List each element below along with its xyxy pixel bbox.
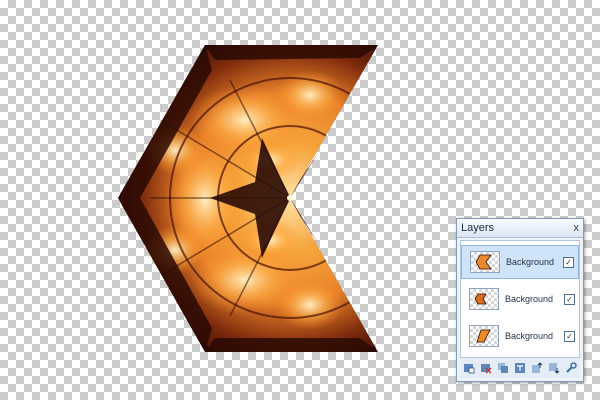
layer-name: Background (505, 331, 554, 341)
delete-layer-icon[interactable] (480, 362, 492, 374)
layer-thumbnail (469, 325, 499, 347)
layer-name: Background (506, 257, 555, 267)
layer-visibility-checkbox[interactable]: ✓ (564, 330, 575, 342)
add-layer-icon[interactable] (463, 362, 475, 374)
layers-list: Background ✓ Background ✓ Background ✓ (460, 240, 580, 360)
layers-panel-title: Layers (461, 222, 495, 234)
merge-layer-icon[interactable] (514, 362, 526, 374)
layer-visibility-checkbox[interactable]: ✓ (563, 256, 574, 268)
move-layer-up-icon[interactable] (531, 362, 543, 374)
layer-row[interactable]: Background ✓ (461, 319, 579, 353)
layers-titlebar[interactable]: Layers x (457, 219, 583, 238)
duplicate-layer-icon[interactable] (497, 362, 509, 374)
layer-properties-icon[interactable] (565, 362, 578, 374)
layer-row[interactable]: Background ✓ (461, 282, 579, 316)
layers-panel: Layers x Background ✓ Background ✓ Backg… (456, 218, 584, 382)
layers-toolbar (460, 357, 580, 378)
close-icon[interactable]: x (574, 222, 580, 234)
layer-name: Background (505, 294, 554, 304)
layer-thumbnail (469, 288, 499, 310)
layer-thumbnail (470, 251, 500, 273)
move-layer-down-icon[interactable] (548, 362, 560, 374)
layer-row[interactable]: Background ✓ (461, 245, 579, 279)
layer-visibility-checkbox[interactable]: ✓ (564, 293, 575, 305)
